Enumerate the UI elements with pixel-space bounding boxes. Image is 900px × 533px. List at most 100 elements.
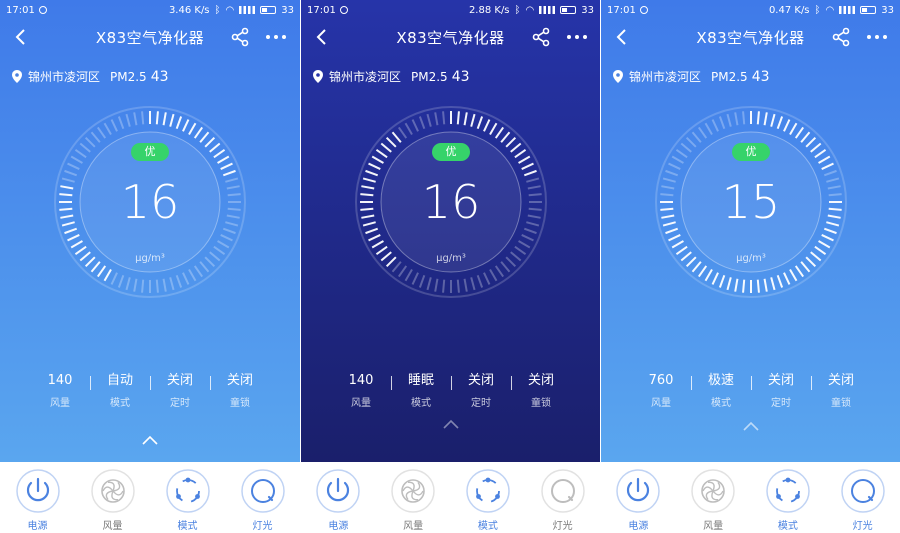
gauge-tick	[70, 240, 83, 249]
stat-value: 关闭	[527, 373, 554, 388]
gauge-tick	[418, 274, 426, 288]
gauge-tick	[220, 234, 233, 242]
more-icon[interactable]	[266, 35, 286, 39]
gauge-tick	[182, 272, 190, 285]
status-bar: 17:01 2.88 K/s ᛒ ◠ 33	[301, 0, 600, 20]
gauge-tick	[141, 279, 145, 293]
alarm-icon	[639, 6, 648, 14]
back-icon[interactable]	[10, 26, 32, 48]
gauge-tick	[718, 116, 726, 130]
gauge-tick	[162, 278, 167, 292]
gauge-tick	[217, 240, 230, 249]
bluetooth-icon: ᛒ	[214, 4, 221, 16]
pm25-value: 43	[451, 68, 470, 85]
gauge-tick	[770, 277, 776, 291]
gauge-tick	[734, 278, 739, 292]
power-button[interactable]: 电源	[0, 462, 75, 533]
stat-label: 风量	[651, 398, 671, 409]
back-icon[interactable]	[311, 26, 333, 48]
gauge-tick	[175, 116, 183, 130]
battery-level: 33	[581, 4, 594, 16]
gauge-tick	[209, 142, 221, 153]
gauge-tick	[193, 126, 204, 139]
gauge-tick	[434, 112, 439, 126]
share-icon[interactable]	[531, 27, 551, 47]
more-icon[interactable]	[867, 35, 887, 39]
fan-speed-button[interactable]: 风量	[75, 462, 150, 533]
location-pin-icon	[313, 70, 323, 83]
share-icon[interactable]	[230, 27, 250, 47]
location-city: 锦州市凌河区	[28, 70, 101, 84]
stat-timer: 关闭 定时	[451, 372, 511, 409]
light-button[interactable]: 灯光	[525, 462, 600, 533]
gauge-tick	[375, 148, 388, 159]
status-time: 17:01	[307, 4, 336, 16]
gauge-tick	[821, 234, 834, 242]
gauge-tick	[391, 131, 402, 143]
light-button[interactable]: 灯光	[225, 462, 300, 533]
bluetooth-icon: ᛒ	[814, 4, 821, 16]
gauge-tick	[368, 234, 381, 242]
stat-value: 自动	[106, 373, 133, 388]
light-icon	[540, 469, 585, 513]
gauge-tick	[213, 148, 226, 159]
gauge-tick	[680, 142, 692, 153]
pm-unit: μg/m³	[436, 253, 466, 264]
share-icon[interactable]	[831, 27, 851, 47]
gauge-tick	[110, 272, 118, 285]
gauge-tick	[169, 113, 175, 127]
mode-button[interactable]: 模式	[451, 462, 526, 533]
fan-speed-button[interactable]: 风量	[376, 462, 451, 533]
fan-speed-button[interactable]: 风量	[676, 462, 751, 533]
gauge-tick	[404, 122, 413, 135]
gauge-tick	[756, 279, 760, 293]
gauge-tick	[776, 274, 784, 288]
gauge-tick	[84, 136, 96, 148]
air-quality-gauge: 优 15 μg/m³	[654, 105, 848, 299]
light-icon	[840, 469, 885, 513]
pm25-label: PM2.5	[110, 69, 147, 84]
mode-button[interactable]: 模式	[150, 462, 225, 533]
mode-button[interactable]: 模式	[751, 462, 826, 533]
gauge-tick	[770, 113, 776, 127]
gauge-tick	[133, 112, 138, 126]
gauge-tick	[818, 240, 831, 249]
gauge-tick	[514, 148, 527, 159]
stat-child-lock: 关闭 童锁	[811, 372, 871, 409]
light-button[interactable]: 灯光	[825, 462, 900, 533]
gauge-tick	[456, 279, 460, 293]
pm25-value: 43	[751, 68, 770, 85]
stat-label: 模式	[411, 398, 431, 409]
gauge-tick	[800, 131, 811, 143]
gauge-tick	[763, 112, 768, 126]
chevron-up-icon[interactable]	[741, 420, 761, 432]
phone-screen-1: 17:01 3.46 K/s ᛒ ◠ 33 X83空气净化器 锦州市凌河区 PM…	[0, 0, 300, 533]
alarm-icon	[38, 6, 47, 14]
signal-icon	[239, 6, 256, 14]
gauge-tick	[67, 234, 80, 242]
gauge-tick	[821, 162, 834, 170]
gauge-tick	[96, 265, 107, 278]
gauge-tick	[188, 122, 197, 135]
gauge-tick	[483, 272, 491, 285]
network-speed: 0.47 K/s	[768, 4, 810, 16]
gauge-tick	[518, 240, 531, 249]
chevron-up-icon[interactable]	[140, 434, 160, 446]
chevron-up-icon[interactable]	[441, 418, 461, 430]
gauge-tick	[155, 279, 159, 293]
gauge-tick	[380, 142, 392, 153]
gauge-tick	[222, 227, 236, 235]
back-icon[interactable]	[611, 26, 633, 48]
stat-value: 关闭	[467, 373, 494, 388]
location-bar: 锦州市凌河区 PM2.5 43	[12, 68, 169, 85]
nav-bar: X83空气净化器	[301, 24, 600, 50]
gauge-tick	[726, 113, 732, 127]
nav-bar: X83空气净化器	[601, 24, 900, 50]
button-label: 模式	[177, 521, 198, 532]
gauge-tick	[671, 240, 684, 249]
power-button[interactable]: 电源	[301, 462, 376, 533]
more-icon[interactable]	[567, 35, 587, 39]
power-button[interactable]: 电源	[601, 462, 676, 533]
phone-screen-3: 17:01 0.47 K/s ᛒ ◠ 33 X83空气净化器 锦州市凌河区 PM…	[600, 0, 900, 533]
gauge-tick	[756, 111, 760, 125]
